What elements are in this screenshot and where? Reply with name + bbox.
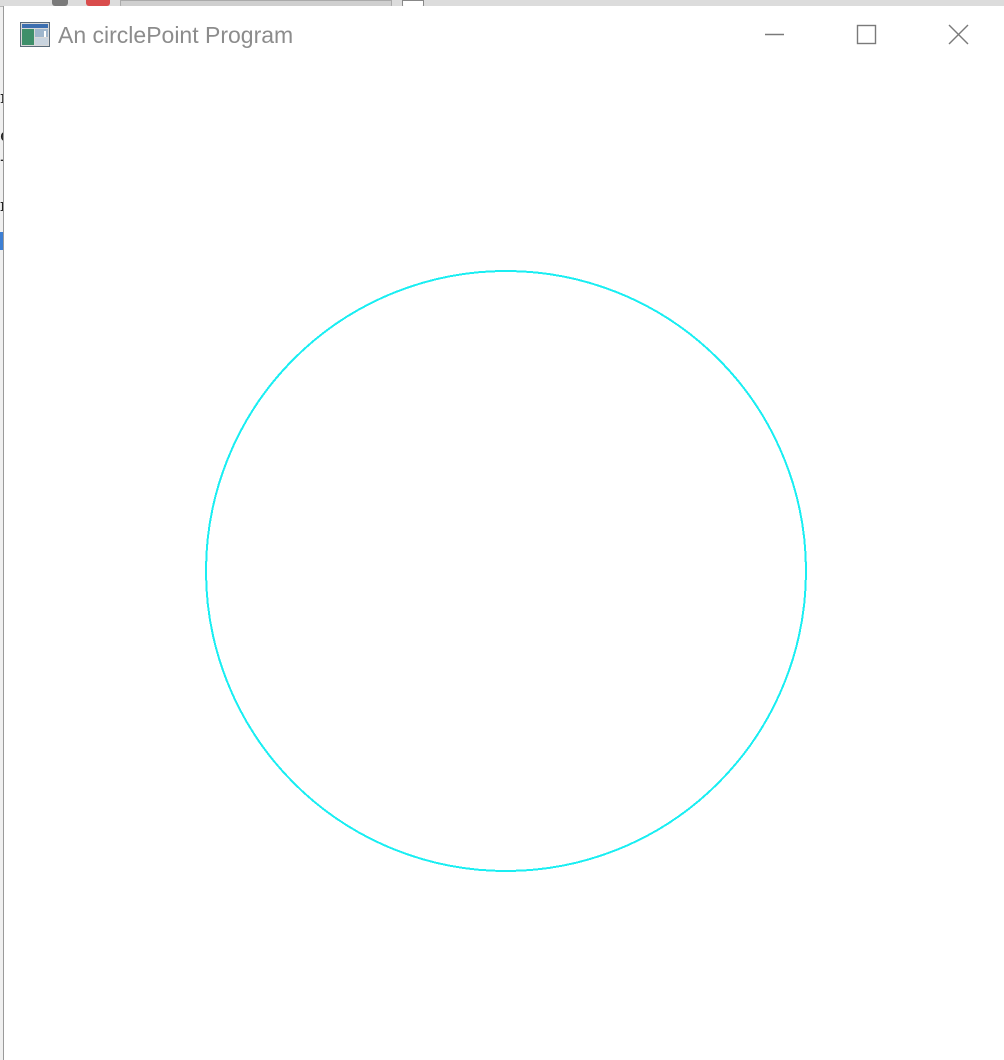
close-button[interactable] bbox=[912, 6, 1004, 64]
window-title: An circlePoint Program bbox=[58, 22, 294, 48]
maximize-button[interactable] bbox=[820, 6, 912, 64]
title-bar[interactable]: An circlePoint Program bbox=[4, 6, 1004, 64]
canvas-drawing-surface bbox=[205, 270, 807, 872]
drawing-canvas[interactable] bbox=[4, 64, 1004, 1060]
minimize-button[interactable] bbox=[728, 6, 820, 64]
application-icon-graphic bbox=[20, 22, 50, 47]
application-icon[interactable] bbox=[20, 22, 50, 47]
minimize-icon bbox=[765, 33, 784, 36]
maximize-icon bbox=[856, 24, 877, 45]
program-window: An circlePoint Program bbox=[3, 6, 1004, 1060]
plotted-circle bbox=[205, 270, 807, 872]
close-icon bbox=[948, 24, 969, 45]
